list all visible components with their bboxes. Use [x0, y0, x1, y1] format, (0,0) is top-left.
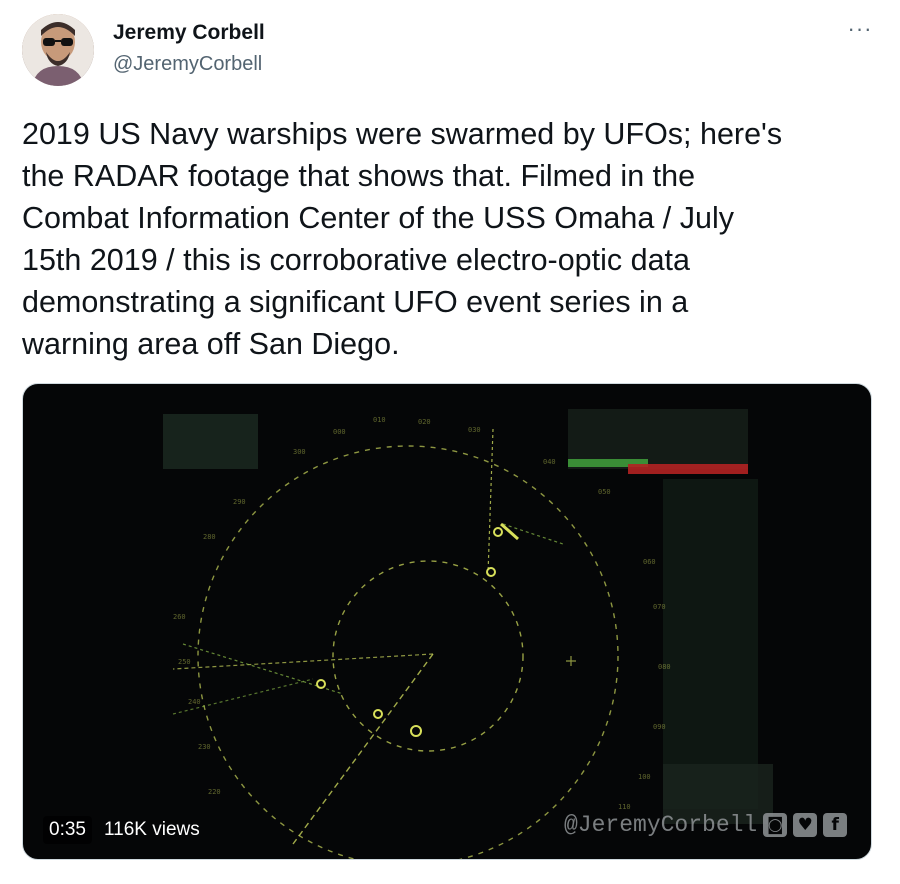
radar-footage: 000010 020 030040050 060070080 090100110 … — [163, 409, 773, 859]
tweet-text: 2019 US Navy warships were swarmed by UF… — [22, 113, 882, 365]
profile-photo-icon — [22, 14, 94, 86]
video-watermark: @JeremyCorbell ◙ ♥ f — [564, 808, 848, 842]
more-horizontal-icon[interactable]: ··· — [846, 18, 874, 44]
svg-text:060: 060 — [643, 558, 656, 566]
svg-text:080: 080 — [658, 663, 671, 671]
author-name[interactable]: Jeremy Corbell — [113, 21, 265, 45]
watermark-text: @JeremyCorbell — [564, 812, 758, 838]
svg-text:010: 010 — [373, 416, 386, 424]
video-views: 116K views — [103, 819, 200, 840]
video-player[interactable]: 000 010 020 030 040 050 060 070 080 090 100 110 … — [22, 383, 872, 860]
svg-text:030: 030 — [468, 426, 481, 434]
video-duration: 0:35 — [43, 816, 92, 844]
svg-text:260: 260 — [173, 613, 186, 621]
svg-text:250: 250 — [178, 658, 191, 666]
svg-text:240: 240 — [188, 698, 201, 706]
svg-text:070: 070 — [653, 603, 666, 611]
svg-text:100: 100 — [638, 773, 651, 781]
svg-text:280: 280 — [203, 533, 216, 541]
svg-text:000: 000 — [333, 428, 346, 436]
svg-text:220: 220 — [208, 788, 221, 796]
svg-text:040: 040 — [543, 458, 556, 466]
svg-text:020: 020 — [418, 418, 431, 426]
instagram-icon: ◙ — [763, 813, 788, 837]
svg-text:050: 050 — [598, 488, 611, 496]
tweet-text-line: warning area off San Diego. — [22, 327, 400, 361]
svg-text:300: 300 — [293, 448, 306, 456]
facebook-icon: f — [823, 813, 848, 837]
tweet-text-line: 2019 US Navy warships were swarmed by UF… — [22, 117, 783, 151]
author-avatar[interactable] — [22, 14, 94, 86]
svg-text:230: 230 — [198, 743, 211, 751]
svg-text:290: 290 — [233, 498, 246, 506]
tweet-text-line: 15th 2019 / this is corroborative electr… — [22, 243, 690, 277]
author-handle[interactable]: @JeremyCorbell — [113, 53, 262, 76]
svg-text:090: 090 — [653, 723, 666, 731]
video-stats-overlay: 0:35 116K views — [43, 814, 200, 846]
tweet-text-line: demonstrating a significant UFO event se… — [22, 285, 689, 319]
tweet-text-line: the RADAR footage that shows that. Filme… — [22, 159, 696, 193]
twitter-icon: ♥ — [793, 813, 818, 837]
tweet-text-line: Combat Information Center of the USS Oma… — [22, 201, 734, 235]
